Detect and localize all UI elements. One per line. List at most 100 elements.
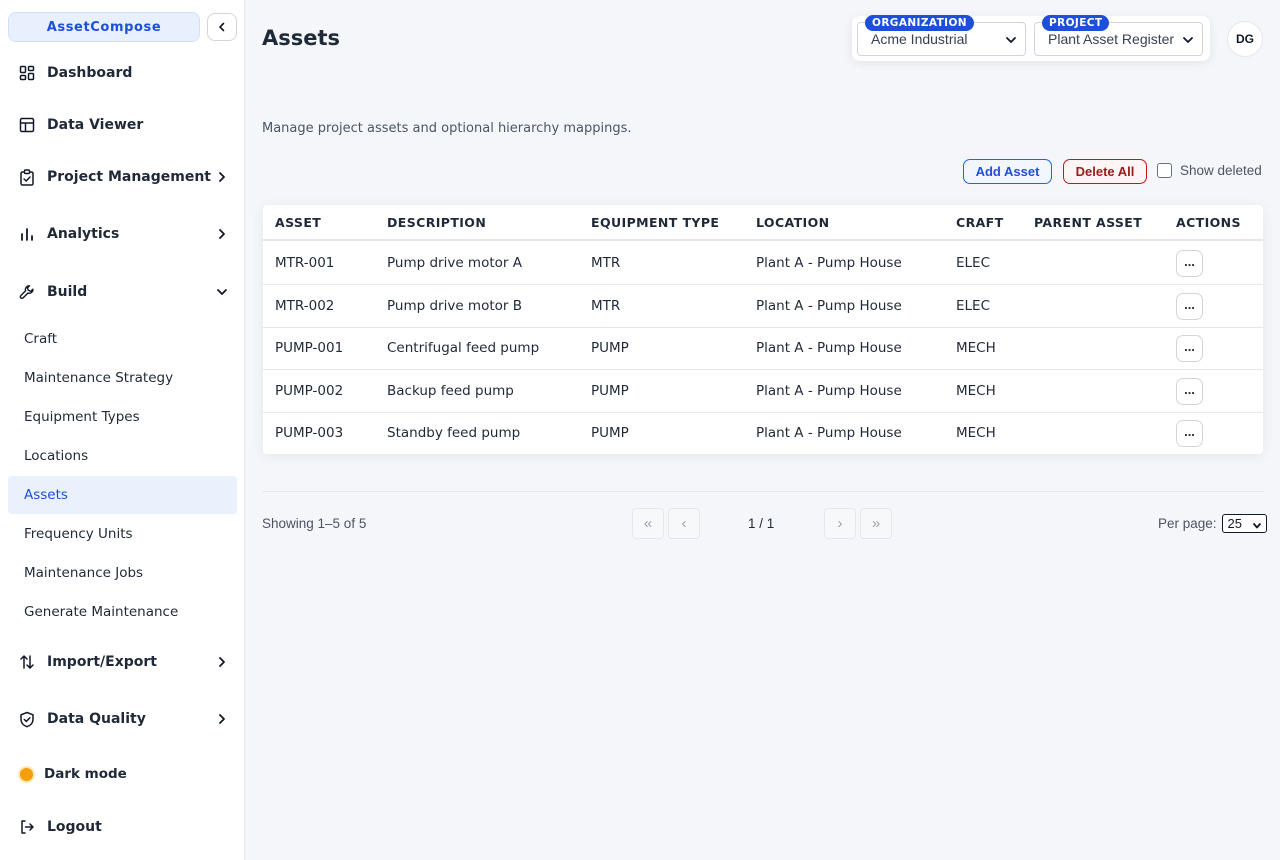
sidebar-subitem-generate-maintenance[interactable]: Generate Maintenance <box>8 593 237 631</box>
sidebar-item-label: Dashboard <box>47 65 133 81</box>
sun-icon <box>20 767 33 781</box>
page-indicator: 1 / 1 <box>748 516 775 531</box>
brand-logo[interactable]: AssetCompose <box>8 12 200 42</box>
sidebar-item-project-management[interactable]: Project Management <box>8 157 238 197</box>
column-header-craft[interactable]: CRAFT <box>956 215 1004 230</box>
table-row[interactable]: PUMP-001 Centrifugal feed pump PUMP Plan… <box>263 327 1263 370</box>
cell-equipment-type: MTR <box>591 298 621 314</box>
cell-equipment-type: MTR <box>591 255 621 271</box>
wrench-icon <box>18 283 36 301</box>
sidebar-subitem-craft[interactable]: Craft <box>8 320 237 358</box>
dark-mode-label: Dark mode <box>44 766 127 782</box>
cell-asset: MTR-002 <box>275 298 335 314</box>
page-title: Assets <box>262 26 341 50</box>
first-page-button[interactable]: « <box>632 508 664 539</box>
shield-check-icon <box>18 710 36 728</box>
context-selector-panel: ORGANIZATION Acme Industrial PROJECT Pla… <box>852 15 1210 61</box>
column-header-parent-asset[interactable]: PARENT ASSET <box>1034 215 1142 230</box>
clipboard-check-icon <box>18 168 36 186</box>
organization-select[interactable]: ORGANIZATION Acme Industrial <box>857 15 1026 56</box>
sidebar-subitem-assets[interactable]: Assets <box>8 476 237 514</box>
user-avatar[interactable]: DG <box>1227 21 1263 57</box>
cell-craft: MECH <box>956 340 996 356</box>
cell-location: Plant A - Pump House <box>756 425 902 441</box>
cell-craft: MECH <box>956 383 996 399</box>
column-header-description[interactable]: DESCRIPTION <box>387 215 486 230</box>
per-page-value: 25 <box>1227 516 1243 531</box>
sidebar-item-build[interactable]: Build <box>8 272 238 312</box>
cell-asset: PUMP-003 <box>275 425 344 441</box>
show-deleted-checkbox[interactable] <box>1157 163 1172 178</box>
sidebar-subitem-locations[interactable]: Locations <box>8 437 237 475</box>
sidebar-item-label: Build <box>47 284 88 300</box>
showing-count: Showing 1–5 of 5 <box>262 516 367 531</box>
show-deleted-toggle[interactable]: Show deleted <box>1157 163 1262 178</box>
project-value: Plant Asset Register <box>1048 31 1175 47</box>
page-subtitle: Manage project assets and optional hiera… <box>262 121 632 136</box>
cell-location: Plant A - Pump House <box>756 340 902 356</box>
cell-asset: MTR-001 <box>275 255 335 271</box>
table-icon <box>18 116 36 134</box>
collapse-sidebar-button[interactable] <box>207 13 237 41</box>
column-header-asset[interactable]: ASSET <box>275 215 321 230</box>
column-header-location[interactable]: LOCATION <box>756 215 830 230</box>
chevron-right-icon <box>214 169 230 185</box>
sidebar-item-data-quality[interactable]: Data Quality <box>8 699 238 739</box>
chevron-down-icon <box>1005 33 1017 49</box>
row-actions-button[interactable]: ... <box>1176 250 1203 277</box>
assets-table: ASSET DESCRIPTION EQUIPMENT TYPE LOCATIO… <box>263 205 1263 454</box>
cell-equipment-type: PUMP <box>591 340 629 356</box>
last-page-button[interactable]: » <box>860 508 892 539</box>
add-asset-button[interactable]: Add Asset <box>963 159 1052 184</box>
sidebar-item-dashboard[interactable]: Dashboard <box>8 53 238 93</box>
sidebar-item-label: Import/Export <box>47 654 157 670</box>
delete-all-button[interactable]: Delete All <box>1063 159 1147 184</box>
cell-location: Plant A - Pump House <box>756 298 902 314</box>
next-page-button[interactable]: › <box>824 508 856 539</box>
per-page-control: Per page: 25 <box>1158 514 1267 533</box>
sidebar-subitem-maintenance-strategy[interactable]: Maintenance Strategy <box>8 359 237 397</box>
sidebar: AssetCompose Dashboard Data Viewer Proje… <box>0 0 245 860</box>
table-row[interactable]: MTR-002 Pump drive motor B MTR Plant A -… <box>263 285 1263 328</box>
chevron-right-icon <box>214 711 230 727</box>
logout-icon <box>18 818 36 836</box>
dark-mode-toggle[interactable]: Dark mode <box>8 754 238 794</box>
chevron-left-icon <box>219 22 225 32</box>
sidebar-item-analytics[interactable]: Analytics <box>8 214 238 254</box>
logout-button[interactable]: Logout <box>8 807 238 847</box>
sidebar-item-label: Analytics <box>47 226 120 242</box>
cell-description: Pump drive motor B <box>387 298 522 314</box>
cell-craft: ELEC <box>956 298 991 314</box>
per-page-select[interactable]: 25 <box>1221 514 1267 533</box>
row-actions-button[interactable]: ... <box>1176 293 1203 320</box>
prev-page-button[interactable]: ‹ <box>668 508 700 539</box>
column-header-actions: ACTIONS <box>1176 215 1241 230</box>
divider <box>262 491 1264 492</box>
chevron-right-icon <box>214 226 230 242</box>
table-row[interactable]: PUMP-003 Standby feed pump PUMP Plant A … <box>263 412 1263 455</box>
logout-label: Logout <box>47 819 102 835</box>
cell-description: Pump drive motor A <box>387 255 522 271</box>
arrows-up-down-icon <box>18 653 36 671</box>
sidebar-subitem-frequency-units[interactable]: Frequency Units <box>8 515 237 553</box>
cell-asset: PUMP-002 <box>275 383 344 399</box>
sidebar-subitem-maintenance-jobs[interactable]: Maintenance Jobs <box>8 554 237 592</box>
row-actions-button[interactable]: ... <box>1176 335 1203 362</box>
table-row[interactable]: PUMP-002 Backup feed pump PUMP Plant A -… <box>263 370 1263 413</box>
cell-equipment-type: PUMP <box>591 425 629 441</box>
chevron-down-icon <box>1182 33 1194 49</box>
sidebar-item-import-export[interactable]: Import/Export <box>8 642 238 682</box>
table-row[interactable]: MTR-001 Pump drive motor A MTR Plant A -… <box>263 242 1263 285</box>
dashboard-icon <box>18 64 36 82</box>
table-header: ASSET DESCRIPTION EQUIPMENT TYPE LOCATIO… <box>263 205 1263 241</box>
sidebar-subitem-equipment-types[interactable]: Equipment Types <box>8 398 237 436</box>
row-actions-button[interactable]: ... <box>1176 420 1203 447</box>
organization-badge: ORGANIZATION <box>865 15 974 31</box>
per-page-label: Per page: <box>1158 516 1217 531</box>
column-header-equipment-type[interactable]: EQUIPMENT TYPE <box>591 215 719 230</box>
sidebar-item-label: Project Management <box>47 169 211 185</box>
project-select[interactable]: PROJECT Plant Asset Register <box>1034 15 1203 56</box>
sidebar-item-label: Data Viewer <box>47 117 144 133</box>
sidebar-item-data-viewer[interactable]: Data Viewer <box>8 105 238 145</box>
row-actions-button[interactable]: ... <box>1176 378 1203 405</box>
